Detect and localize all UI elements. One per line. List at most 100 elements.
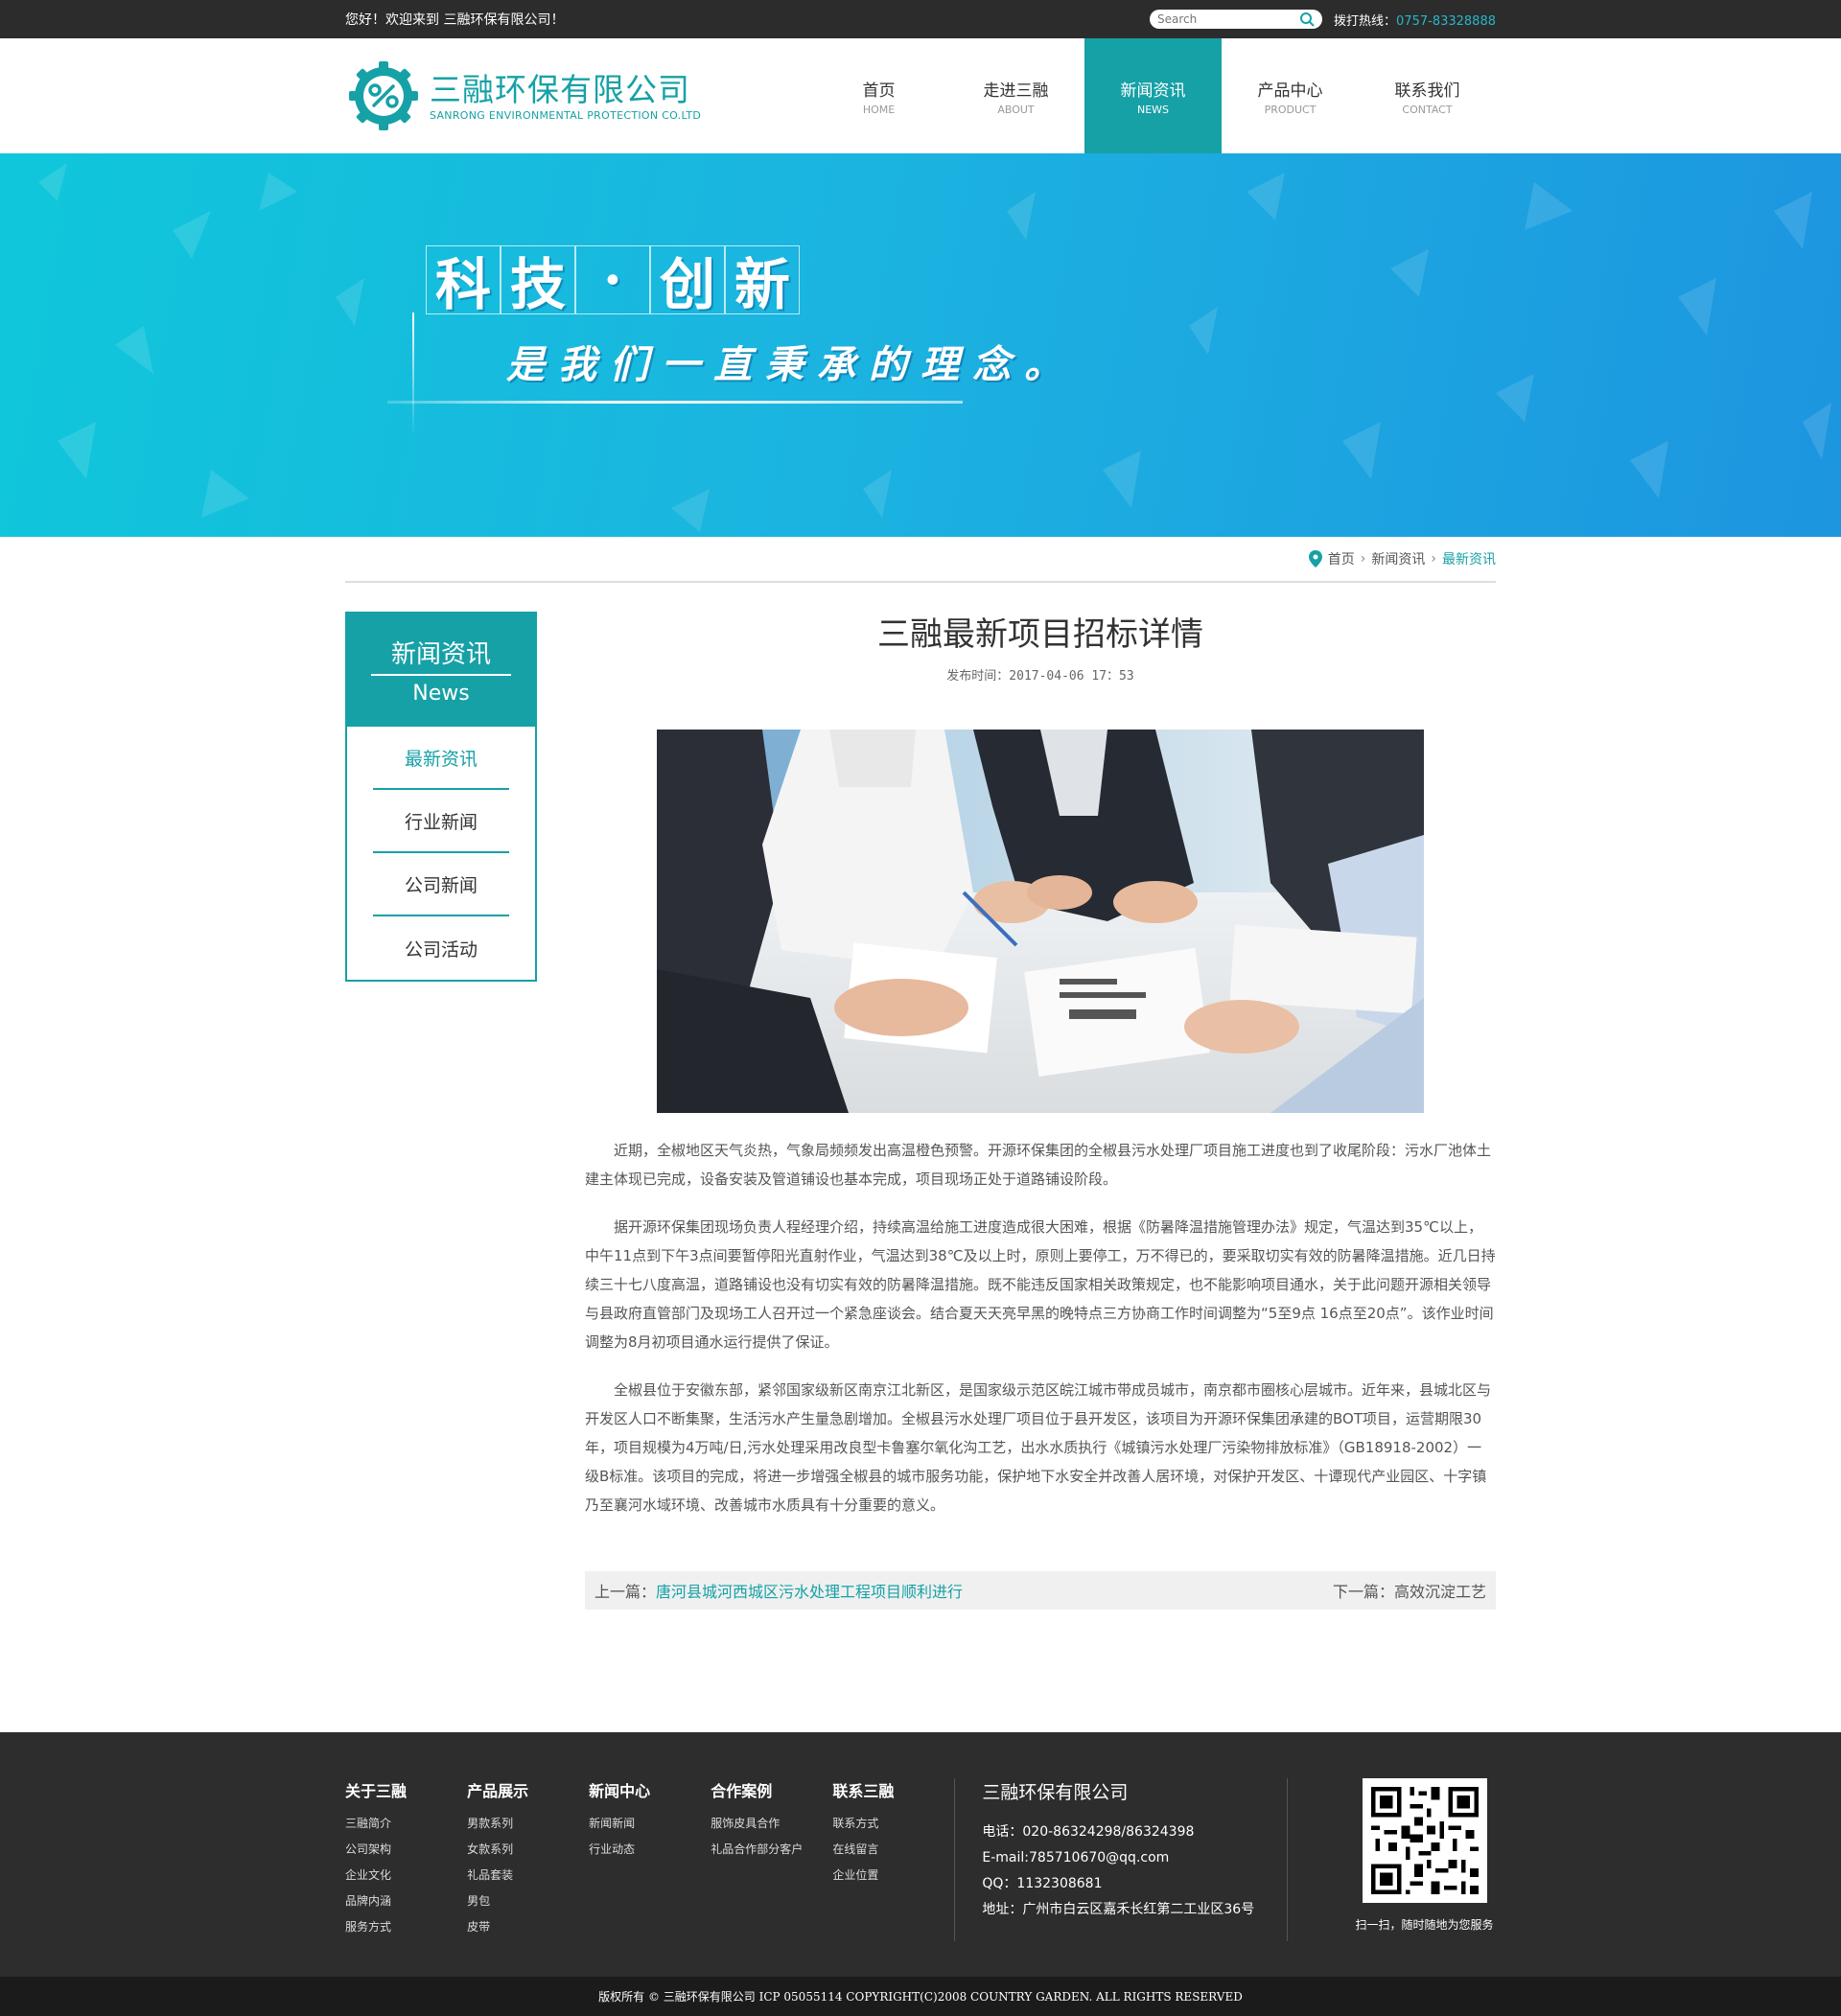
hotline-label: 拨打热线： — [1334, 13, 1397, 29]
footer-link[interactable]: 皮带 — [467, 1914, 589, 1940]
footer-link[interactable]: 女款系列 — [467, 1837, 589, 1863]
breadcrumb-news[interactable]: 新闻资讯 — [1371, 549, 1425, 568]
footer-divider — [954, 1778, 956, 1941]
article-paragraph: 近期，全椒地区天气炎热，气象局频频发出高温橙色预警。开源环保集团的全椒县污水处理… — [585, 1142, 1492, 1188]
nav-label: 联系我们 — [1394, 81, 1460, 101]
footer-qq: QQ：1132308681 — [982, 1876, 1103, 1891]
banner-subtitle: 是我们一直秉承的理念。 — [506, 342, 1076, 387]
footer-link[interactable]: 服务方式 — [345, 1914, 467, 1940]
article-paragraph: 据开源环保集团现场负责人程经理介绍，持续高温给施工进度造成很大困难，根据《防暑降… — [585, 1218, 1496, 1351]
footer-col-contact: 联系三融 联系方式 在线留言 企业位置 — [832, 1778, 954, 1941]
banner-char: 新 — [725, 245, 800, 317]
banner-title: 科 技 · 创 新 — [426, 245, 800, 317]
footer-col-title: 关于三融 — [345, 1782, 408, 1800]
banner-decor-hline — [387, 401, 963, 404]
nav-news[interactable]: 新闻资讯 NEWS — [1084, 38, 1222, 153]
footer-link[interactable]: 三融简介 — [345, 1811, 467, 1837]
sidebar-title-en: News — [412, 682, 470, 706]
footer-company-info: 三融环保有限公司 电话：020-86324298/86324398 E-mail… — [982, 1778, 1287, 1941]
main-nav: 首页 HOME 走进三融 ABOUT 新闻资讯 NEWS 产品中心 PRODUCT 联系… — [810, 38, 1496, 153]
banner-decor-vline — [412, 313, 414, 437]
article-photo — [657, 730, 1424, 1113]
footer-qr: 扫一扫，随时随地为您服务 — [1353, 1778, 1496, 1941]
next-article-link[interactable]: 高效沉淀工艺 — [1394, 1583, 1486, 1601]
footer-link[interactable]: 联系方式 — [832, 1811, 954, 1837]
nav-sublabel: NEWS — [1136, 103, 1170, 116]
nav-home[interactable]: 首页 HOME — [810, 38, 947, 153]
footer-link[interactable]: 企业文化 — [345, 1863, 467, 1889]
article-date: 发布时间：2017-04-06 17：53 — [946, 669, 1134, 684]
business-meeting-image — [657, 730, 1424, 1113]
footer-link[interactable]: 品牌内涵 — [345, 1889, 467, 1914]
nav-sublabel: PRODUCT — [1264, 103, 1317, 116]
breadcrumb-current[interactable]: 最新资讯 — [1442, 549, 1496, 568]
footer-col-news: 新闻中心 新闻新闻 行业动态 — [589, 1778, 711, 1941]
footer-address: 地址：广州市白云区嘉禾长红第二工业区36号 — [982, 1902, 1255, 1917]
article-paragraph: 全椒县位于安徽东部，紧邻国家级新区南京江北新区，是国家级示范区皖江城市带成员城市… — [585, 1381, 1492, 1514]
sidebar-title-cn: 新闻资讯 — [371, 635, 511, 676]
search-box[interactable] — [1150, 10, 1323, 29]
footer-link[interactable]: 礼品套装 — [467, 1863, 589, 1889]
top-bar: 您好！欢迎来到 三融环保有限公司！ 拨打热线：0757-83328888 — [0, 0, 1841, 38]
sidebar-item-activity[interactable]: 公司活动 — [373, 916, 509, 980]
copyright-text: 版权所有 © 三融环保有限公司 ICP 05055114 COPYRIGHT(C… — [598, 1990, 1243, 2004]
article: 三融最新项目招标详情 发布时间：2017-04-06 17：53 近期，全椒地区… — [585, 612, 1496, 1610]
footer-col-cases: 合作案例 服饰皮具合作 礼品合作部分客户 — [711, 1778, 832, 1941]
sidebar-item-latest[interactable]: 最新资讯 — [373, 727, 509, 790]
logo-cn: 三融环保有限公司 — [430, 70, 690, 108]
sidebar-header: 新闻资讯 News — [347, 614, 535, 727]
prev-article: 上一篇：唐河县城河西城区污水处理工程项目顺利进行 — [594, 1579, 963, 1602]
footer-phone: 电话：020-86324298/86324398 — [982, 1824, 1195, 1840]
sidebar: 新闻资讯 News 最新资讯 行业新闻 公司新闻 公司活动 — [345, 612, 537, 982]
nav-sublabel: ABOUT — [997, 103, 1035, 116]
next-article: 下一篇：高效沉淀工艺 — [1333, 1579, 1486, 1602]
footer-link[interactable]: 男款系列 — [467, 1811, 589, 1837]
nav-sublabel: CONTACT — [1402, 103, 1453, 116]
footer-link[interactable]: 男包 — [467, 1889, 589, 1914]
footer: 关于三融 三融简介 公司架构 企业文化 品牌内涵 服务方式 产品展示 男款系列 … — [0, 1732, 1841, 1977]
qr-code-icon — [1362, 1778, 1487, 1903]
footer-link[interactable]: 企业位置 — [832, 1863, 954, 1889]
footer-link[interactable]: 公司架构 — [345, 1837, 467, 1863]
footer-link[interactable]: 礼品合作部分客户 — [711, 1837, 832, 1863]
footer-link[interactable]: 在线留言 — [832, 1837, 954, 1863]
banner-char: 创 — [650, 245, 725, 317]
logo-en: SANRONG ENVIRONMENTAL PROTECTION CO.LTD — [430, 108, 702, 122]
footer-col-title: 产品展示 — [467, 1782, 529, 1800]
hotline: 拨打热线：0757-83328888 — [1334, 11, 1496, 29]
hero-banner: 科 技 · 创 新 是我们一直秉承的理念。 — [0, 153, 1841, 537]
banner-char: 技 — [501, 245, 575, 317]
footer-link[interactable]: 行业动态 — [589, 1837, 711, 1863]
logo[interactable]: 三融环保有限公司 SANRONG ENVIRONMENTAL PROTECTIO… — [345, 58, 701, 134]
breadcrumb-home[interactable]: 首页 — [1328, 549, 1355, 568]
search-input[interactable] — [1157, 12, 1300, 26]
article-pager: 上一篇：唐河县城河西城区污水处理工程项目顺利进行 下一篇：高效沉淀工艺 — [585, 1571, 1496, 1610]
banner-char: · — [575, 245, 650, 314]
footer-email: E-mail:785710670@qq.com — [982, 1850, 1170, 1865]
footer-link[interactable]: 服饰皮具合作 — [711, 1811, 832, 1837]
nav-contact[interactable]: 联系我们 CONTACT — [1359, 38, 1496, 153]
footer-link[interactable]: 新闻新闻 — [589, 1811, 711, 1837]
chevron-right-icon: › — [1360, 551, 1366, 567]
footer-col-title: 新闻中心 — [589, 1782, 651, 1800]
hotline-number: 0757-83328888 — [1396, 13, 1496, 29]
qr-caption: 扫一扫，随时随地为您服务 — [1355, 1918, 1494, 1932]
footer-divider — [1287, 1778, 1289, 1941]
sidebar-item-industry[interactable]: 行业新闻 — [373, 790, 509, 853]
nav-label: 走进三融 — [983, 81, 1049, 101]
nav-label: 新闻资讯 — [1120, 81, 1186, 101]
footer-col-about: 关于三融 三融简介 公司架构 企业文化 品牌内涵 服务方式 — [345, 1778, 467, 1941]
copyright-bar: 版权所有 © 三融环保有限公司 ICP 05055114 COPYRIGHT(C… — [0, 1977, 1841, 2016]
header: 三融环保有限公司 SANRONG ENVIRONMENTAL PROTECTIO… — [0, 38, 1841, 153]
footer-col-title: 联系三融 — [832, 1782, 895, 1800]
prev-article-link[interactable]: 唐河县城河西城区污水处理工程项目顺利进行 — [656, 1583, 963, 1601]
sidebar-item-company[interactable]: 公司新闻 — [373, 853, 509, 916]
prev-label: 上一篇： — [594, 1583, 657, 1601]
nav-label: 产品中心 — [1257, 81, 1323, 101]
chevron-right-icon: › — [1431, 551, 1436, 567]
search-icon[interactable] — [1299, 12, 1315, 27]
nav-about[interactable]: 走进三融 ABOUT — [947, 38, 1084, 153]
gear-logo-icon — [349, 61, 418, 130]
welcome-text: 您好！欢迎来到 三融环保有限公司！ — [345, 12, 565, 28]
nav-product[interactable]: 产品中心 PRODUCT — [1222, 38, 1359, 153]
